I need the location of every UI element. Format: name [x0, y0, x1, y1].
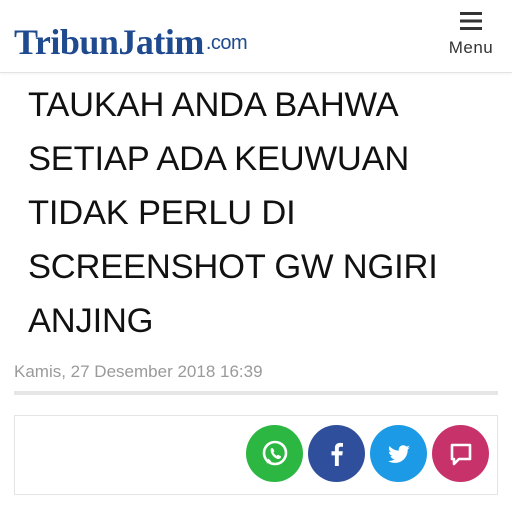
message-icon: [450, 443, 471, 465]
hamburger-icon: [460, 12, 482, 30]
facebook-share-button[interactable]: [308, 425, 365, 482]
logo-text: TribunJatim: [14, 22, 204, 62]
logo-domain-suffix: .com: [205, 32, 248, 54]
whatsapp-icon: [262, 440, 287, 465]
whatsapp-share-button[interactable]: [246, 425, 303, 482]
share-buttons: [246, 425, 489, 482]
tribunjatim-logo[interactable]: TribunJatim .com: [14, 8, 248, 62]
menu-button[interactable]: Menu: [442, 6, 500, 64]
divider: [14, 391, 498, 395]
twitter-icon: [387, 444, 410, 463]
menu-label: Menu: [448, 38, 494, 57]
message-share-button[interactable]: [432, 425, 489, 482]
facebook-icon: [331, 442, 343, 466]
article-date: Kamis, 27 Desember 2018 16:39: [14, 362, 263, 381]
share-bar: [14, 415, 498, 495]
site-header: TribunJatim .com Menu: [0, 0, 512, 73]
article-headline: TAUKAH ANDA BAHWA SETIAP ADA KEUWUAN TID…: [28, 86, 438, 340]
twitter-share-button[interactable]: [370, 425, 427, 482]
